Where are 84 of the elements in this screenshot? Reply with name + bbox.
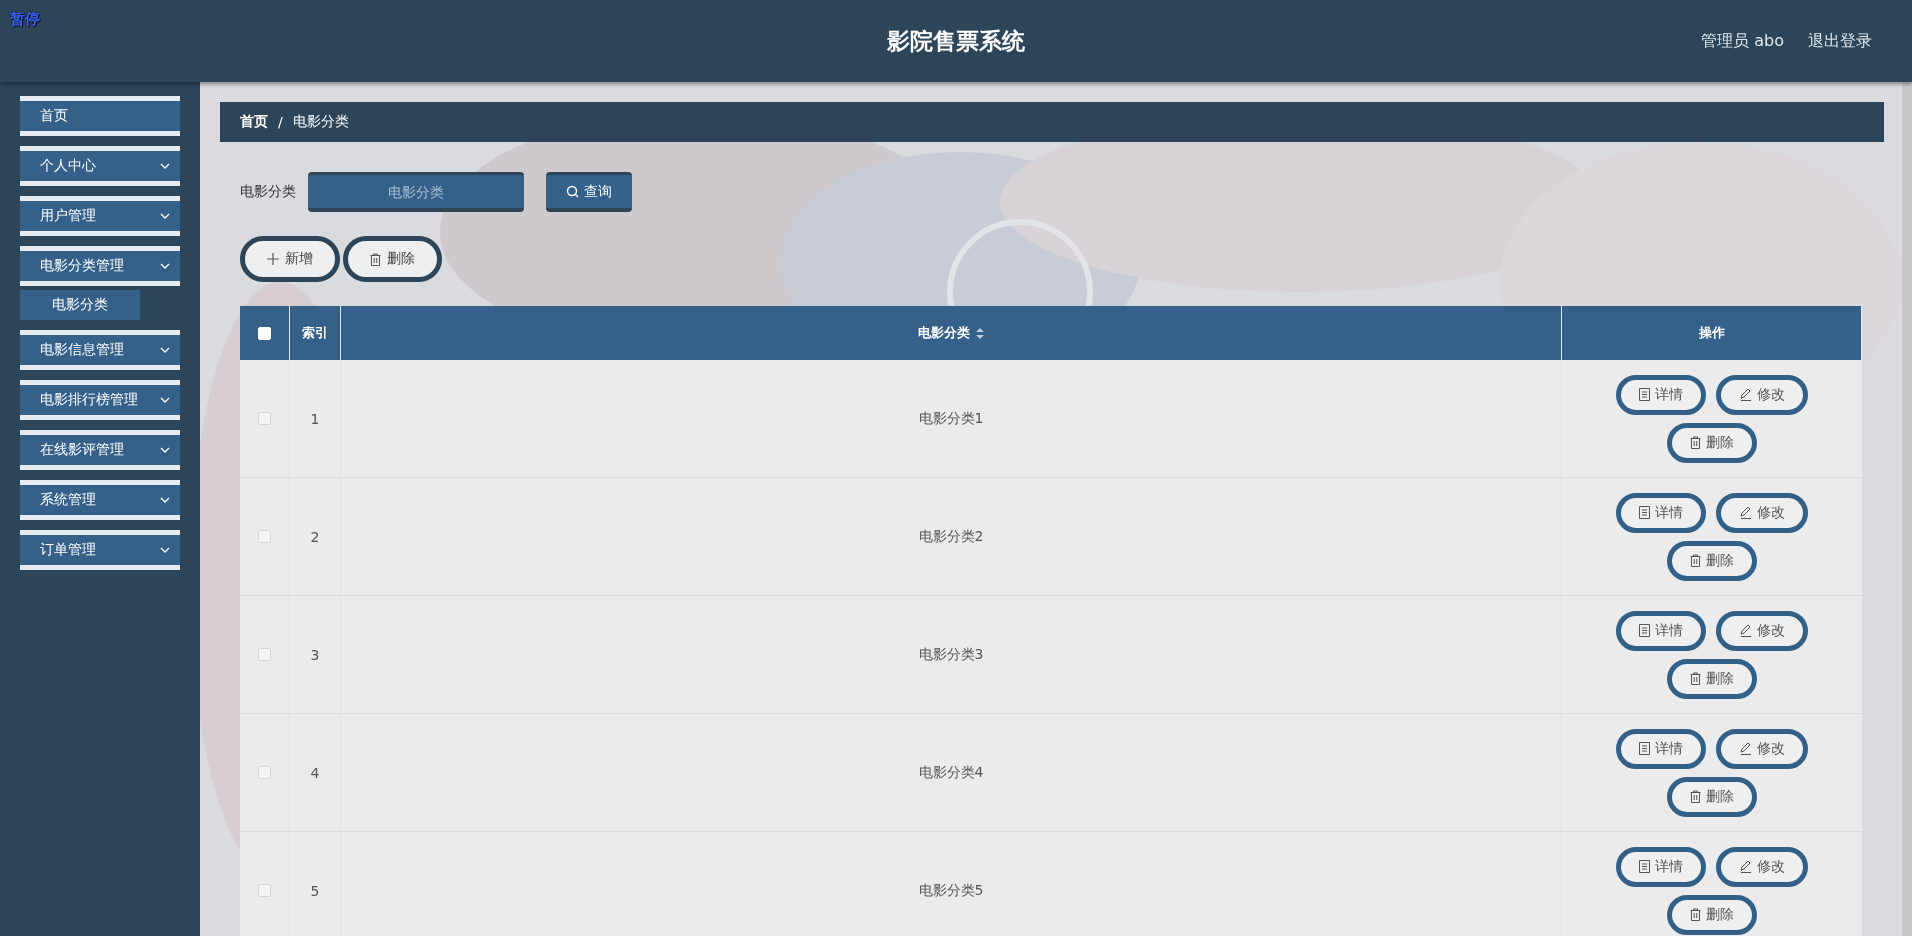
chevron-down-icon [160, 347, 170, 353]
sidebar-item[interactable]: 在线影评管理 [20, 430, 180, 470]
row-checkbox[interactable] [258, 766, 271, 779]
pencil-icon [1739, 860, 1752, 873]
sort-icon[interactable] [976, 327, 984, 339]
table-cell: 2 [290, 478, 341, 596]
edit-button[interactable]: 修改 [1716, 610, 1808, 651]
app-title: 影院售票系统 [887, 26, 1025, 56]
sidebar-item[interactable]: 电影分类管理 [20, 246, 180, 286]
pencil-icon [1739, 506, 1752, 519]
table-cell: 电影分类5 [341, 832, 1562, 936]
edit-button[interactable]: 修改 [1716, 846, 1808, 887]
document-icon [1639, 624, 1650, 637]
delete-button[interactable]: 删除 [1667, 658, 1757, 699]
pencil-icon [1739, 624, 1752, 637]
trash-icon [1690, 790, 1701, 803]
sidebar-item[interactable]: 订单管理 [20, 530, 180, 570]
user-label: 管理员 abo [1701, 30, 1784, 52]
document-icon [1639, 506, 1650, 519]
row-checkbox[interactable] [258, 648, 271, 661]
breadcrumb-item: 电影分类 [292, 113, 349, 131]
paused-label: 暂停 [10, 10, 40, 29]
edit-button[interactable]: 修改 [1716, 492, 1808, 533]
search-field[interactable]: 电影分类 [308, 172, 524, 212]
chevron-down-icon [160, 263, 170, 269]
query-button[interactable]: 查询 [546, 172, 632, 212]
trash-icon [1690, 672, 1701, 685]
breadcrumb-item[interactable]: 首页 [240, 113, 268, 131]
sidebar-item[interactable]: 个人中心 [20, 146, 180, 186]
trash-icon [1690, 908, 1701, 921]
sidebar-item[interactable]: 电影信息管理 [20, 330, 180, 370]
pencil-icon [1739, 388, 1752, 401]
delete-button[interactable]: 删除 [1667, 540, 1757, 581]
delete-button[interactable]: 删除 [1667, 894, 1757, 935]
document-icon [1639, 742, 1650, 755]
select-all-checkbox[interactable] [258, 326, 271, 340]
chevron-down-icon [160, 447, 170, 453]
scrollbar[interactable] [1902, 82, 1912, 936]
table-cell: 电影分类3 [341, 596, 1562, 714]
table-cell: 5 [290, 832, 341, 936]
search-icon [566, 185, 579, 198]
table-cell: 电影分类4 [341, 714, 1562, 832]
chevron-down-icon [160, 497, 170, 503]
sidebar-item[interactable]: 用户管理 [20, 196, 180, 236]
row-checkbox[interactable] [258, 412, 271, 425]
document-icon [1639, 860, 1650, 873]
trash-icon [1690, 436, 1701, 449]
trash-icon [370, 252, 381, 266]
column-header: 操作 [1562, 306, 1862, 360]
delete-button[interactable]: 删除 [1667, 422, 1757, 463]
document-icon [1639, 388, 1650, 401]
delete-button[interactable]: 删除 [343, 236, 442, 282]
chevron-down-icon [160, 213, 170, 219]
detail-button[interactable]: 详情 [1616, 610, 1706, 651]
table-cell: 电影分类2 [341, 478, 1562, 596]
column-header[interactable]: 电影分类 [341, 306, 1562, 360]
chevron-down-icon [160, 397, 170, 403]
detail-button[interactable]: 详情 [1616, 846, 1706, 887]
column-header: 索引 [290, 306, 341, 360]
field-label: 电影分类 [240, 183, 296, 201]
trash-icon [1690, 554, 1701, 567]
chevron-down-icon [160, 547, 170, 553]
edit-button[interactable]: 修改 [1716, 728, 1808, 769]
row-checkbox[interactable] [258, 884, 271, 897]
sidebar-subitem[interactable]: 电影分类 [20, 290, 140, 320]
table-cell: 1 [290, 360, 341, 478]
table-cell: 电影分类1 [341, 360, 1562, 478]
logout-link[interactable]: 退出登录 [1808, 30, 1872, 52]
delete-button[interactable]: 删除 [1667, 776, 1757, 817]
row-checkbox[interactable] [258, 530, 271, 543]
breadcrumb-separator: / [278, 114, 283, 130]
sidebar-item[interactable]: 首页 [20, 96, 180, 136]
chevron-down-icon [160, 163, 170, 169]
detail-button[interactable]: 详情 [1616, 728, 1706, 769]
detail-button[interactable]: 详情 [1616, 374, 1706, 415]
edit-button[interactable]: 修改 [1716, 374, 1808, 415]
plus-icon [267, 253, 279, 265]
table-cell: 4 [290, 714, 341, 832]
detail-button[interactable]: 详情 [1616, 492, 1706, 533]
pencil-icon [1739, 742, 1752, 755]
sidebar-item[interactable]: 系统管理 [20, 480, 180, 520]
add-button[interactable]: 新增 [240, 236, 340, 282]
table-cell: 3 [290, 596, 341, 714]
sidebar-item[interactable]: 电影排行榜管理 [20, 380, 180, 420]
